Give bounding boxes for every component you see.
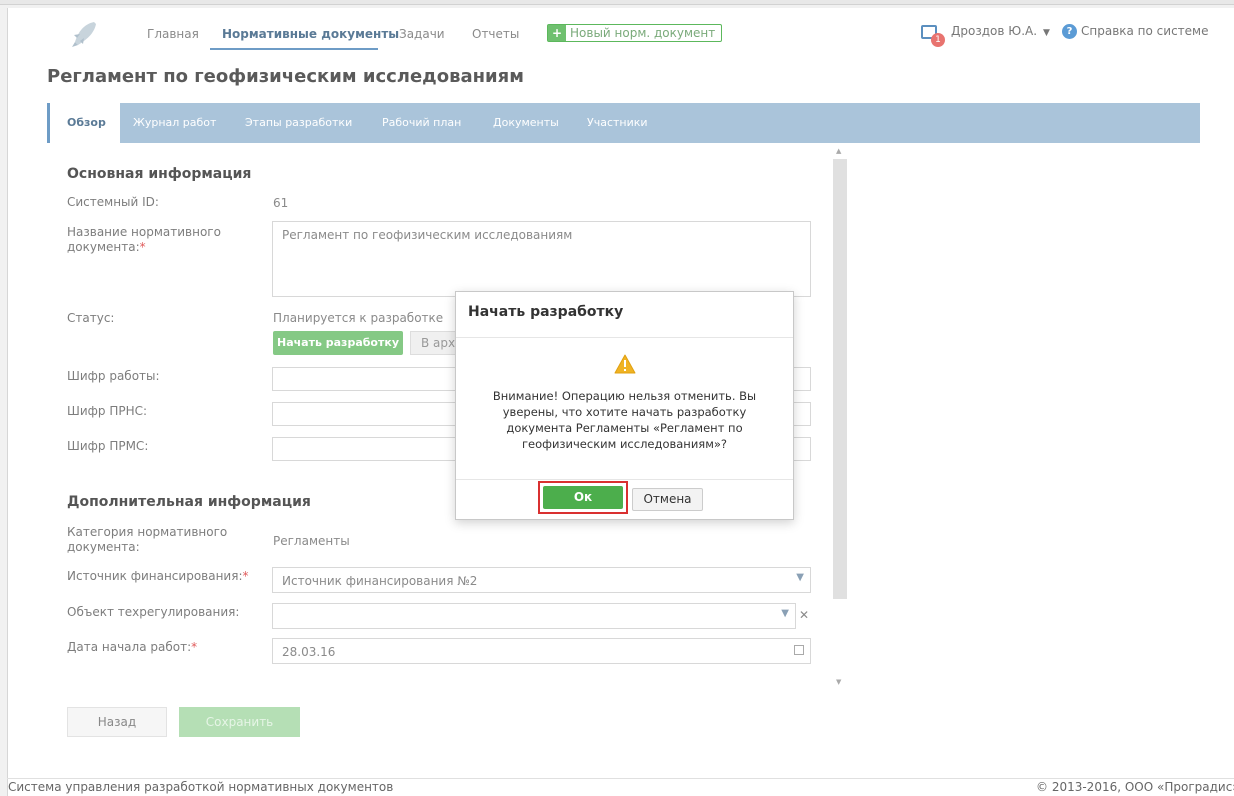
main-info-title: Основная информация bbox=[67, 166, 252, 182]
user-menu[interactable]: 1 Дроздов Ю.А. ▼ bbox=[921, 24, 1050, 47]
tab-participants[interactable]: Участники bbox=[587, 103, 648, 143]
nav-active-indicator bbox=[210, 48, 378, 50]
dialog-footer-divider bbox=[456, 479, 793, 480]
start-date-label: Дата начала работ:* bbox=[67, 640, 197, 655]
prms-code-label: Шифр ПРМС: bbox=[67, 439, 149, 453]
chevron-down-icon: ▼ bbox=[1043, 28, 1050, 38]
funding-selected-value: Источник финансирования №2 bbox=[282, 574, 478, 588]
status-value: Планируется к разработке bbox=[273, 311, 444, 325]
footer-app-name: Система управления разработкой нормативн… bbox=[8, 780, 394, 794]
plus-icon: + bbox=[548, 25, 566, 41]
start-date-label-text: Дата начала работ: bbox=[67, 640, 192, 654]
tasks-count-badge: 1 bbox=[931, 32, 945, 47]
confirm-dialog: Начать разработку Внимание! Операцию нел… bbox=[455, 291, 794, 520]
ok-button-highlight: Ок bbox=[538, 481, 628, 514]
warning-icon bbox=[614, 354, 636, 374]
extra-info-title: Дополнительная информация bbox=[67, 494, 311, 510]
start-development-button[interactable]: Начать разработку bbox=[273, 331, 403, 355]
top-navbar: Главная Нормативные документы Задачи Отч… bbox=[0, 8, 1234, 58]
dialog-divider bbox=[456, 337, 793, 338]
calendar-icon[interactable] bbox=[794, 645, 804, 655]
user-name: Дроздов Ю.А. bbox=[951, 24, 1038, 38]
new-document-label: Новый норм. документ bbox=[570, 26, 716, 40]
object-select[interactable]: ▼ bbox=[272, 603, 796, 629]
system-id-label: Системный ID: bbox=[67, 195, 159, 209]
clear-icon[interactable]: ✕ bbox=[799, 608, 809, 622]
footer-copyright: © 2013-2016, ООО «Проградис» bbox=[1036, 780, 1234, 794]
rocket-logo-icon[interactable] bbox=[70, 20, 98, 48]
funding-select[interactable]: Источник финансирования №2 ▼ bbox=[272, 567, 811, 593]
scroll-up-icon[interactable]: ▲ bbox=[836, 147, 841, 155]
dialog-message: Внимание! Операцию нельзя отменить. Вы у… bbox=[492, 389, 757, 451]
dialog-title: Начать разработку bbox=[468, 304, 624, 320]
chevron-down-icon[interactable]: ▼ bbox=[796, 572, 804, 583]
tasks-icon[interactable]: 1 bbox=[921, 24, 945, 47]
doc-name-label: Название нормативного документа:* bbox=[67, 225, 257, 255]
cancel-button[interactable]: Отмена bbox=[632, 488, 703, 511]
content-scrollbar[interactable]: ▲ ▼ bbox=[833, 143, 847, 688]
back-button[interactable]: Назад bbox=[67, 707, 167, 737]
page-title: Регламент по геофизическим исследованиям bbox=[47, 66, 524, 87]
nav-reports[interactable]: Отчеты bbox=[472, 27, 519, 41]
tab-documents[interactable]: Документы bbox=[493, 103, 559, 143]
doc-name-textarea[interactable]: Регламент по геофизическим исследованиям bbox=[272, 221, 811, 297]
archive-button[interactable]: В архив bbox=[410, 331, 456, 355]
start-date-value: 28.03.16 bbox=[282, 645, 336, 659]
tab-overview[interactable]: Обзор bbox=[47, 103, 120, 143]
tab-work-plan[interactable]: Рабочий план bbox=[382, 103, 461, 143]
chevron-down-icon[interactable]: ▼ bbox=[781, 608, 789, 619]
tab-development-stages[interactable]: Этапы разработки bbox=[245, 103, 352, 143]
tab-bar: Обзор Журнал работ Этапы разработки Рабо… bbox=[47, 103, 1200, 143]
status-label: Статус: bbox=[67, 311, 115, 325]
category-label: Категория нормативного документа: bbox=[67, 525, 228, 554]
tab-work-log[interactable]: Журнал работ bbox=[133, 103, 216, 143]
scrollbar-thumb[interactable] bbox=[833, 159, 847, 599]
help-link[interactable]: ? Справка по системе bbox=[1062, 24, 1209, 39]
footer-divider bbox=[7, 778, 1234, 779]
nav-home[interactable]: Главная bbox=[147, 27, 199, 41]
object-label: Объект техрегулирования: bbox=[67, 605, 240, 619]
required-marker: * bbox=[242, 569, 249, 583]
help-icon: ? bbox=[1062, 24, 1077, 39]
funding-label-text: Источник финансирования: bbox=[67, 569, 243, 583]
ok-button[interactable]: Ок bbox=[543, 486, 623, 509]
system-id-value: 61 bbox=[273, 196, 289, 210]
nav-tasks[interactable]: Задачи bbox=[399, 27, 445, 41]
scroll-down-icon[interactable]: ▼ bbox=[836, 678, 841, 686]
nav-normative-docs[interactable]: Нормативные документы bbox=[222, 27, 399, 41]
category-value: Регламенты bbox=[273, 534, 350, 548]
window-top-border bbox=[0, 0, 1234, 5]
work-code-label: Шифр работы: bbox=[67, 369, 160, 383]
required-marker: * bbox=[191, 640, 198, 654]
prns-code-label: Шифр ПРНС: bbox=[67, 404, 148, 418]
funding-label: Источник финансирования:* bbox=[67, 569, 249, 584]
new-document-button[interactable]: + Новый норм. документ bbox=[547, 24, 722, 42]
start-date-input[interactable]: 28.03.16 bbox=[272, 638, 811, 664]
required-marker: * bbox=[139, 240, 146, 254]
help-label: Справка по системе bbox=[1081, 24, 1209, 38]
save-button[interactable]: Сохранить bbox=[179, 707, 300, 737]
